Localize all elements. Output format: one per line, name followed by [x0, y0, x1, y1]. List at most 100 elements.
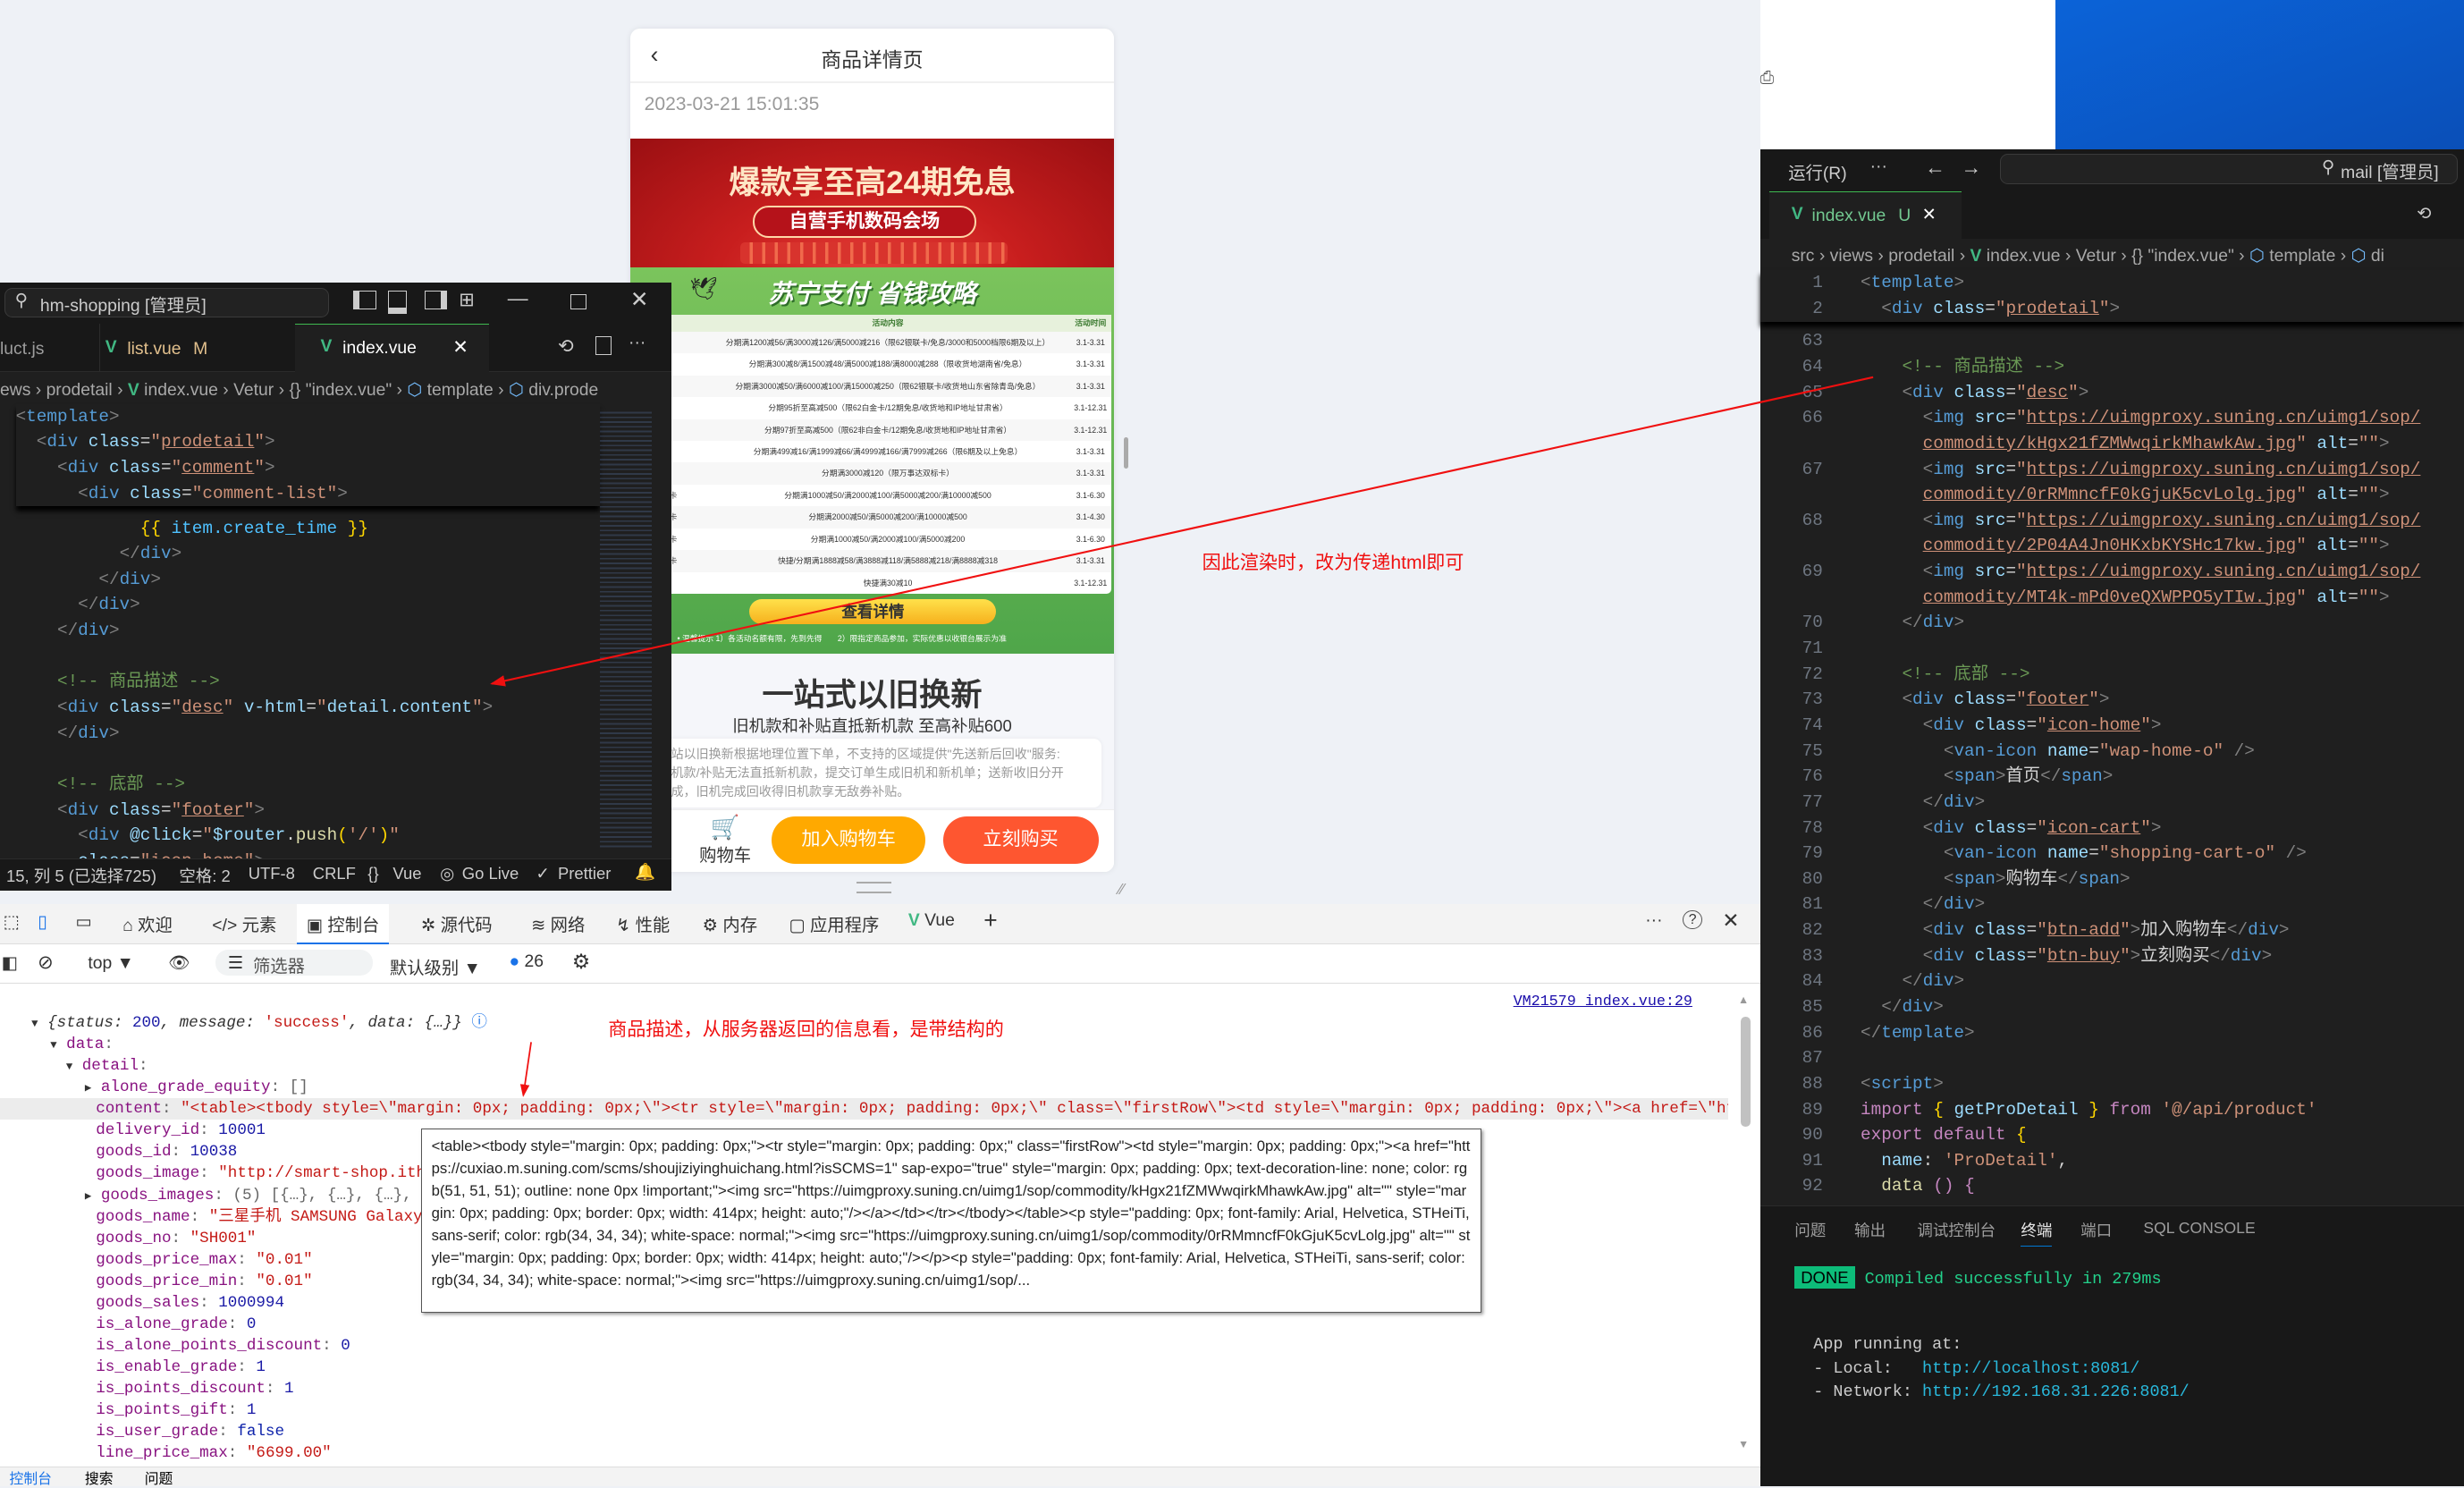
menu-run[interactable]: 运行(R) — [1788, 159, 1847, 184]
tab-index-vue[interactable]: V index.vue U ✕ — [1769, 191, 1962, 240]
console-line[interactable]: ▼ detail: — [0, 1055, 1728, 1077]
expand-arrow-icon[interactable]: ▶ — [85, 1190, 91, 1203]
console-line[interactable]: line_price_max: "6699.00" — [0, 1442, 1728, 1464]
scroll-up-icon[interactable]: ▲ — [1738, 993, 1749, 1006]
dock-icon[interactable]: ▭ — [75, 911, 91, 933]
breadcrumb-item[interactable]: prodetail — [1888, 247, 1954, 266]
source-link[interactable]: VM21579 index.vue:29 — [1514, 993, 1692, 1010]
more-icon[interactable]: ··· — [1645, 911, 1662, 931]
menu-more[interactable]: ··· — [1870, 157, 1887, 177]
prettier-button[interactable]: Prettier — [558, 864, 611, 884]
toggle-secondary-sidebar-icon[interactable] — [424, 291, 448, 310]
promo-banner[interactable]: 爆款享至高24期免息 自营手机数码会场 — [629, 138, 1115, 267]
breadcrumb-item[interactable]: views — [1830, 247, 1873, 266]
panel-tab[interactable]: 端口 — [2080, 1219, 2112, 1241]
drawer-tab-console[interactable]: 控制台 — [10, 1467, 52, 1488]
expand-arrow-icon[interactable]: ▼ — [50, 1039, 56, 1052]
console-scrollbar[interactable] — [1741, 1017, 1751, 1128]
tab-0[interactable]: ⌂ 欢迎 — [122, 911, 173, 936]
tab-1[interactable]: </> 元素 — [212, 911, 276, 936]
log-level-select[interactable]: 默认级别 ▼ — [390, 954, 481, 979]
inspect-icon[interactable]: ⬚ — [4, 911, 20, 933]
tab-8[interactable]: V Vue — [908, 911, 955, 931]
expand-arrow-icon[interactable]: ▼ — [66, 1061, 72, 1073]
toggle-sidebar-icon[interactable] — [353, 291, 377, 310]
clear-console-icon[interactable]: ⊘ — [38, 951, 54, 974]
breadcrumb-item[interactable]: src — [1792, 247, 1815, 266]
code-editor[interactable]: {{ item.create_time }} </div> </div> </d… — [16, 516, 601, 875]
breadcrumb-item[interactable]: {} "index.vue" — [2131, 247, 2234, 266]
tab-4[interactable]: ≋ 网络 — [531, 911, 585, 936]
bell-icon[interactable]: 🔔 — [635, 862, 655, 882]
panel-tab[interactable]: SQL CONSOLE — [2143, 1219, 2255, 1238]
tab-7[interactable]: ▢ 应用程序 — [789, 911, 879, 936]
timeline-icon[interactable]: ⟲ — [2417, 203, 2431, 224]
cart-button[interactable]: 🛒 购物车 — [699, 814, 751, 867]
breadcrumb-item[interactable]: ews — [0, 381, 30, 400]
code-editor[interactable]: 63 64 <!-- 商品描述 --> 65 <div class="desc">… — [1760, 328, 2464, 1199]
console-settings-icon[interactable]: ⚙ — [572, 950, 590, 974]
breadcrumb-item[interactable]: Vetur — [2076, 247, 2116, 266]
panel-tab[interactable]: 终端 — [2021, 1219, 2053, 1247]
encoding[interactable]: UTF-8 — [249, 864, 295, 884]
console-line[interactable]: is_alone_points_discount: 0 — [0, 1335, 1728, 1357]
message-count-badge[interactable]: ● 26 — [509, 952, 544, 972]
expand-arrow-icon[interactable]: ▶ — [85, 1082, 91, 1095]
breadcrumb-item[interactable]: index.vue — [144, 381, 218, 400]
breadcrumb-item[interactable]: {} "index.vue" — [289, 381, 392, 400]
line-ending[interactable]: CRLF — [313, 864, 356, 884]
add-to-cart-button[interactable]: 加入购物车 — [772, 816, 926, 864]
split-editor-icon[interactable] — [595, 336, 612, 356]
device-toolbar-icon[interactable]: ▯ — [38, 911, 47, 933]
viewport-scrollbar[interactable] — [1123, 436, 1128, 469]
tab-index-vue[interactable]: V index.vue ✕ — [295, 324, 489, 373]
tab-2[interactable]: ▣ 控制台 — [297, 903, 389, 946]
back-arrow-icon[interactable]: ← — [1925, 156, 1945, 180]
network-url[interactable]: http://192.168.31.226:8081/ — [1922, 1382, 2190, 1401]
command-center-search[interactable]: ⚲ hm-shopping [管理员] — [4, 287, 329, 318]
breadcrumb-item[interactable]: template — [427, 381, 494, 400]
context-select[interactable]: top ▼ — [88, 954, 133, 974]
cursor-position[interactable]: 15, 列 5 (已选择725) — [6, 864, 156, 887]
language-mode[interactable]: Vue — [392, 864, 421, 884]
breadcrumb-item[interactable]: Vetur — [233, 381, 274, 400]
customize-layout-icon[interactable]: ⊞ — [459, 288, 475, 311]
indentation[interactable]: 空格: 2 — [179, 864, 230, 887]
panel-tab[interactable]: 输出 — [1854, 1219, 1886, 1241]
console-line[interactable]: is_points_gift: 1 — [0, 1399, 1728, 1421]
minimap[interactable] — [600, 408, 653, 850]
maximize-icon[interactable] — [570, 293, 586, 310]
tab-6[interactable]: ⚙ 内存 — [703, 911, 757, 936]
resize-handle-icon[interactable]: ⁄⁄ — [1118, 880, 1124, 899]
drag-handle-icon[interactable] — [856, 882, 891, 893]
drawer-tab-search[interactable]: 搜索 — [85, 1467, 114, 1488]
buy-now-button[interactable]: 立刻购买 — [942, 816, 1099, 864]
sidebar-toggle-icon[interactable]: ◧ — [2, 952, 18, 974]
console-line[interactable]: is_enable_grade: 1 — [0, 1357, 1728, 1378]
forward-arrow-icon[interactable]: → — [1962, 156, 1982, 180]
drawer-tab-issues[interactable]: 问题 — [145, 1467, 173, 1488]
more-actions-icon[interactable]: ··· — [629, 334, 646, 353]
console-line[interactable]: is_alone_grade: 0 — [0, 1314, 1728, 1335]
console-line[interactable]: ▶ alone_grade_equity: [] — [0, 1077, 1728, 1098]
toggle-panel-icon[interactable] — [388, 291, 408, 314]
breadcrumb-item[interactable]: div.prode — [528, 381, 598, 400]
help-icon[interactable]: ? — [1683, 909, 1702, 929]
filter-input[interactable]: ☰ 筛选器 — [215, 949, 373, 976]
console-line[interactable]: is_user_grade: false — [0, 1421, 1728, 1442]
view-detail-button[interactable]: 查看详情 — [749, 598, 997, 624]
printer-icon[interactable]: ⎙ — [1760, 69, 1774, 89]
panel-tab[interactable]: 调试控制台 — [1917, 1219, 1996, 1241]
breadcrumb-item[interactable]: prodetail — [46, 381, 113, 400]
terminal[interactable]: DONE Compiled successfully in 279ms App … — [1794, 1266, 2454, 1405]
console-line[interactable]: content: "<table><tbody style=\"margin: … — [0, 1098, 1729, 1120]
scroll-down-icon[interactable]: ▼ — [1738, 1438, 1749, 1450]
minimize-icon[interactable]: — — [508, 286, 528, 310]
close-devtools-icon[interactable]: ✕ — [1722, 909, 1739, 933]
timeline-icon[interactable]: ⟲ — [558, 334, 574, 358]
breadcrumb-item[interactable]: template — [2269, 247, 2335, 266]
local-url[interactable]: http://localhost:8081/ — [1922, 1359, 2139, 1378]
tab-product-js[interactable]: luct.js — [0, 324, 100, 371]
close-icon[interactable]: ✕ — [630, 286, 649, 313]
expand-arrow-icon[interactable]: ▼ — [31, 1018, 38, 1030]
